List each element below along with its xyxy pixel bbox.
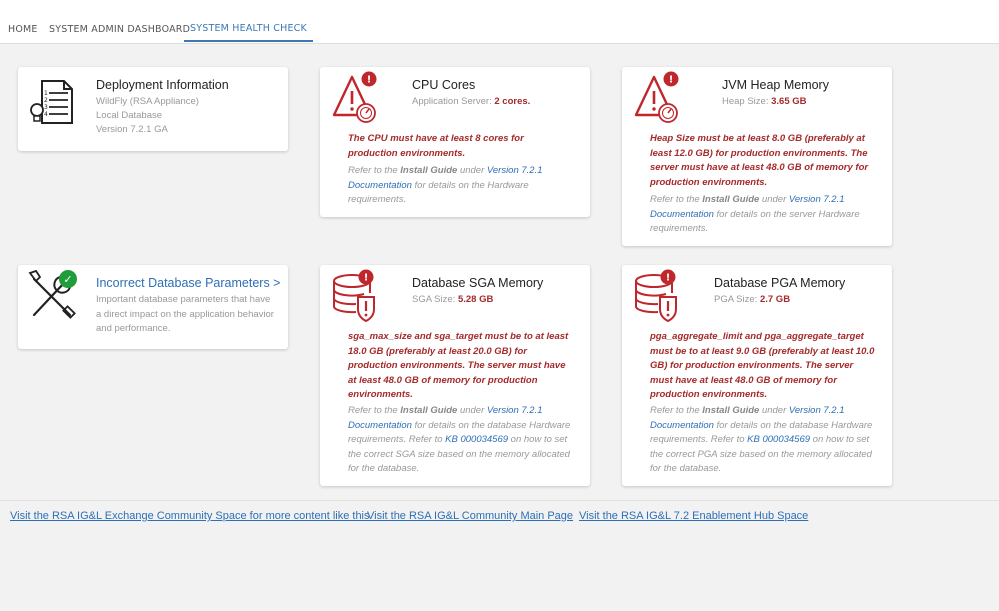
- deployment-version: Version 7.2.1 GA: [96, 124, 168, 135]
- install-guide-text: Install Guide: [400, 405, 458, 416]
- jvm-warning: Heap Size must be at least 8.0 GB (prefe…: [650, 133, 869, 188]
- warning-gauge-icon: !: [332, 71, 377, 123]
- pga-warning: pga_aggregate_limit and pga_aggregate_ta…: [650, 331, 875, 400]
- alert-badge: !: [367, 75, 372, 86]
- card-title: CPU Cores: [412, 78, 476, 92]
- svg-text:3: 3: [44, 104, 48, 111]
- svg-text:4: 4: [44, 111, 48, 118]
- svg-text:1: 1: [44, 90, 48, 97]
- deployment-database: Local Database: [96, 110, 163, 121]
- note-text: Refer to the: [650, 405, 700, 416]
- alert-badge: !: [669, 75, 674, 86]
- heap-value: Heap Size: 3.65 GB: [722, 95, 807, 110]
- heap-value-number: 3.65 GB: [771, 96, 807, 107]
- cpu-value: Application Server: 2 cores.: [412, 95, 530, 110]
- note-text: under: [761, 405, 787, 416]
- cpu-cores-card: ! CPU Cores Application Server: 2 cores.…: [320, 67, 590, 217]
- warning-gauge-icon: !: [634, 71, 679, 123]
- db-parameters-link[interactable]: Incorrect Database Parameters >: [96, 276, 280, 290]
- deployment-info-card: 1 2 3 4 Deployment Information WildFly (…: [18, 67, 288, 151]
- footer-divider: [0, 500, 999, 501]
- sga-value: SGA Size: 5.28 GB: [412, 293, 493, 308]
- sga-note: Refer to the Install Guide under Version…: [348, 404, 574, 477]
- pga-value-number: 2.7 GB: [759, 294, 791, 305]
- cpu-note: Refer to the Install Guide under Version…: [348, 164, 572, 208]
- kb-link[interactable]: KB 000034569: [747, 434, 810, 445]
- jvm-heap-card: ! JVM Heap Memory Heap Size: 3.65 GB Hea…: [622, 67, 892, 246]
- card-title: Database SGA Memory: [412, 276, 544, 290]
- cpu-warning: The CPU must have at least 8 cores for p…: [348, 133, 524, 159]
- tab-home[interactable]: HOME: [8, 0, 38, 42]
- top-nav: HOME SYSTEM ADMIN DASHBOARD SYSTEM HEALT…: [0, 0, 999, 44]
- cpu-value-label: Application Server:: [412, 96, 492, 107]
- jvm-note: Refer to the Install Guide under Version…: [650, 193, 878, 237]
- sga-value-number: 5.28 GB: [457, 294, 494, 305]
- alert-badge: !: [666, 273, 671, 284]
- note-text: Refer to the: [348, 165, 398, 176]
- card-title: Database PGA Memory: [714, 276, 846, 290]
- note-text: Refer to the: [348, 405, 398, 416]
- kb-link[interactable]: KB 000034569: [445, 434, 508, 445]
- tab-system-admin-dashboard[interactable]: SYSTEM ADMIN DASHBOARD: [49, 0, 190, 42]
- install-guide-text: Install Guide: [702, 194, 760, 205]
- note-text: under: [459, 165, 485, 176]
- deployment-server: WildFly (RSA Appliance): [96, 96, 199, 107]
- enablement-hub-link[interactable]: Visit the RSA IG&L 7.2 Enablement Hub Sp…: [579, 510, 808, 522]
- sga-value-label: SGA Size:: [412, 294, 456, 305]
- install-guide-text: Install Guide: [400, 165, 458, 176]
- db-parameters-card[interactable]: ✓ Incorrect Database Parameters > Import…: [18, 265, 288, 349]
- cpu-value-number: 2 cores.: [494, 96, 531, 107]
- tools-icon: ✓: [28, 269, 77, 319]
- note-text: under: [761, 194, 787, 205]
- tab-system-health-check[interactable]: SYSTEM HEALTH CHECK: [184, 0, 313, 42]
- card-title: Deployment Information: [96, 78, 229, 92]
- note-text: Refer to the: [650, 194, 700, 205]
- pga-value: PGA Size: 2.7 GB: [714, 293, 790, 308]
- db-pga-card: ! Database PGA Memory PGA Size: 2.7 GB p…: [622, 265, 892, 486]
- pga-note: Refer to the Install Guide under Version…: [650, 404, 878, 477]
- sga-warning: sga_max_size and sga_target must be to a…: [348, 331, 569, 400]
- database-warning-icon: !: [333, 269, 375, 323]
- db-sga-card: ! Database SGA Memory SGA Size: 5.28 GB …: [320, 265, 590, 486]
- exchange-community-link[interactable]: Visit the RSA IG&L Exchange Community Sp…: [10, 510, 370, 522]
- alert-badge: !: [364, 273, 369, 284]
- card-title: JVM Heap Memory: [722, 78, 829, 92]
- heap-value-label: Heap Size:: [722, 96, 769, 107]
- community-main-page-link[interactable]: Visit the RSA IG&L Community Main Page: [367, 510, 573, 522]
- pga-value-label: PGA Size:: [714, 294, 758, 305]
- document-lightbulb-icon: 1 2 3 4: [30, 80, 73, 124]
- install-guide-text: Install Guide: [702, 405, 760, 416]
- note-text: under: [459, 405, 485, 416]
- ok-badge: ✓: [63, 273, 72, 286]
- db-parameters-description: Important database parameters that have …: [96, 294, 274, 334]
- svg-text:2: 2: [44, 97, 48, 104]
- database-warning-icon: !: [635, 269, 677, 323]
